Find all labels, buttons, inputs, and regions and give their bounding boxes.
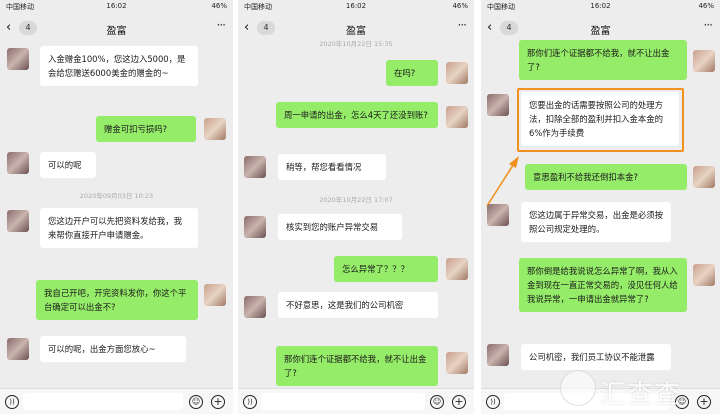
chat-title: 盈富 — [590, 26, 611, 37]
input-bar: )) ☺ + — [238, 388, 474, 414]
voice-icon[interactable]: )) — [243, 395, 257, 409]
message-bubble: 怎么异常了？？？ — [334, 256, 438, 282]
message-bubble: 意思盈利不给我还倒扣本金? — [525, 164, 687, 190]
chat-title: 盈富 — [106, 26, 127, 37]
status-bar: 中国移动 16:02 46% — [0, 0, 233, 14]
contact-avatar[interactable] — [244, 296, 266, 318]
user-avatar[interactable] — [204, 118, 226, 140]
user-avatar[interactable] — [446, 352, 468, 374]
contact-avatar[interactable] — [7, 48, 29, 70]
emoji-icon[interactable]: ☺ — [430, 395, 444, 409]
highlight-box — [517, 88, 684, 152]
contact-avatar[interactable] — [487, 94, 509, 116]
plus-icon[interactable]: + — [452, 395, 466, 409]
message-bubble: 在吗? — [386, 60, 438, 86]
chat-header: ‹ 4 盈富 ··· — [0, 14, 233, 44]
message-bubble: 我自己开吧，开完资料发你，你这个平台确定可以出金不? — [36, 280, 198, 320]
message-input[interactable] — [23, 393, 183, 410]
contact-avatar[interactable] — [7, 152, 29, 174]
status-bar: 中国移动 16:02 46% — [238, 0, 474, 14]
voice-icon[interactable]: )) — [486, 395, 500, 409]
contact-avatar[interactable] — [244, 156, 266, 178]
user-avatar[interactable] — [446, 62, 468, 84]
emoji-icon[interactable]: ☺ — [189, 395, 203, 409]
message-input[interactable] — [261, 393, 425, 410]
user-avatar[interactable] — [693, 50, 715, 72]
watermark-logo-icon — [560, 370, 596, 406]
contact-avatar[interactable] — [487, 344, 509, 366]
voice-icon[interactable]: )) — [5, 395, 19, 409]
contact-avatar[interactable] — [244, 216, 266, 238]
user-avatar[interactable] — [446, 258, 468, 280]
message-bubble: 您这边开户可以先把资料发给我，我来帮你直接开户申请赠金。 — [40, 208, 198, 248]
message-bubble: 核实到您的账户异常交易 — [278, 214, 402, 240]
more-options-icon[interactable]: ··· — [704, 18, 714, 32]
battery-level: 46% — [698, 2, 714, 10]
contact-avatar[interactable] — [7, 338, 29, 360]
watermark-text: 汇查查 — [600, 380, 682, 410]
status-bar: 中国移动 16:02 46% — [481, 0, 720, 14]
chat-panel-3: 中国移动 16:02 46% ‹ 4 盈富 ··· 那你们连个证据都不给我，就不… — [481, 0, 720, 414]
contact-avatar[interactable] — [7, 210, 29, 232]
message-bubble: 可以的呢，出金方面您放心~ — [40, 336, 186, 362]
timestamp: 2020年10月22日 17:07 — [319, 196, 393, 204]
timestamp: 2020年10月22日 15:35 — [319, 40, 393, 48]
message-bubble: 那你们连个证据都不给我，就不让出金了? — [276, 346, 438, 386]
input-bar: )) ☺ + — [0, 388, 233, 414]
user-avatar[interactable] — [204, 284, 226, 306]
user-avatar[interactable] — [693, 264, 715, 286]
message-bubble: 不好意思，这是我们的公司机密 — [278, 292, 438, 318]
message-bubble: 赠金可扣亏损吗? — [96, 116, 196, 142]
message-bubble: 可以的呢 — [40, 152, 96, 178]
more-options-icon[interactable]: ··· — [458, 18, 468, 32]
timestamp: 2020年09月03日 10:23 — [79, 192, 154, 200]
chat-panel-2: 中国移动 16:02 46% ‹ 4 盈富 ··· 2020年10月22日 15… — [238, 0, 474, 414]
clock: 16:02 — [106, 2, 127, 10]
message-bubble: 周一申请的出金，怎么4天了还没到账? — [276, 102, 438, 128]
user-avatar[interactable] — [693, 166, 715, 188]
message-bubble: 入金赠金100%，您这边入5000，是会给您赠送6000美金的赠金的~ — [40, 46, 198, 86]
message-bubble: 稍等，帮您看看情况 — [278, 154, 386, 180]
more-options-icon[interactable]: ··· — [217, 18, 227, 32]
user-avatar[interactable] — [446, 106, 468, 128]
message-bubble: 您这边属于异常交易，出金是必须按照公司规定处理的。 — [521, 202, 671, 242]
battery-level: 46% — [211, 2, 227, 10]
chat-title: 盈富 — [346, 26, 366, 37]
clock: 16:02 — [590, 2, 611, 10]
message-bubble: 那你倒是给我说说怎么异常了啊，我从入金到现在一直正常交易的，没见任何人给我说异常… — [519, 258, 687, 312]
plus-icon[interactable]: + — [211, 395, 225, 409]
watermark: 汇查查 — [560, 366, 720, 410]
chat-panel-1: 中国移动 16:02 46% ‹ 4 盈富 ··· 入金赠金100%，您这边入5… — [0, 0, 233, 414]
message-bubble: 那你们连个证据都不给我，就不让出金了? — [519, 40, 687, 80]
clock: 16:02 — [345, 2, 367, 10]
battery-level: 46% — [452, 2, 468, 10]
contact-avatar[interactable] — [487, 204, 509, 226]
